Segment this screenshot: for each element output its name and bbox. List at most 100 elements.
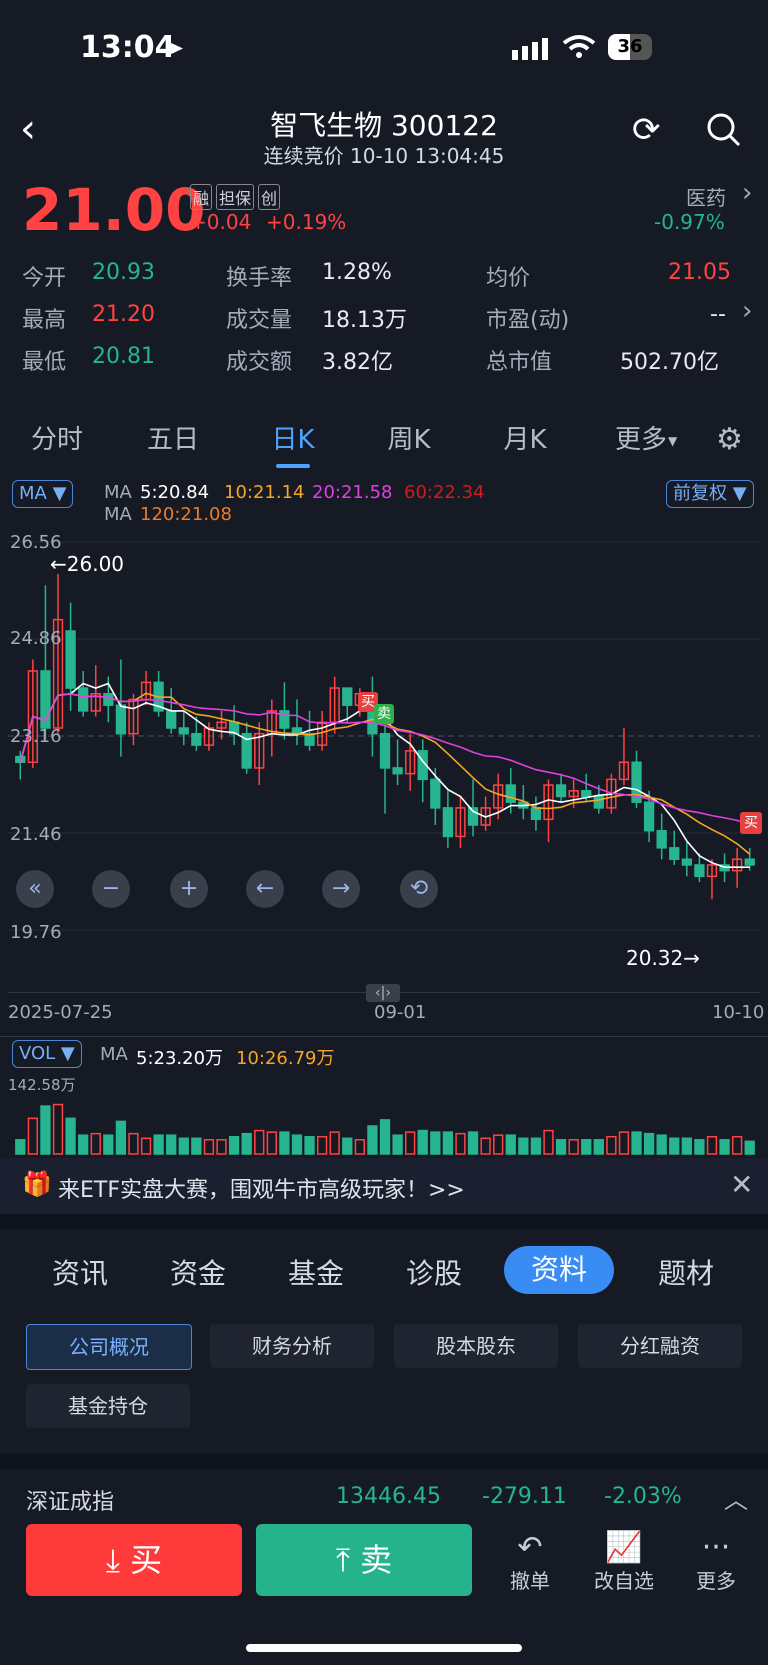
upload-arrow-icon: ⤒	[335, 1541, 350, 1579]
sector-name[interactable]: 医药	[686, 182, 726, 211]
subtab-company-overview[interactable]: 公司概况	[26, 1324, 192, 1370]
promo-banner[interactable]: 🎁 来ETF实盘大赛，围观牛市高级玩家！>> ✕	[0, 1158, 768, 1214]
tab-weekly-k[interactable]: 周K	[364, 410, 454, 470]
arrow-left-icon[interactable]: ←	[246, 870, 284, 908]
x-tick-label: 09-01	[374, 1002, 427, 1023]
vol-indicator-select[interactable]: VOL ▼	[12, 1040, 82, 1068]
zoom-out-icon[interactable]: −	[92, 870, 130, 908]
stat-label-avg: 均价	[486, 266, 531, 291]
stat-value-pe: --	[710, 302, 726, 327]
candle-body	[166, 710, 177, 729]
tab-monthly-k[interactable]: 月K	[480, 410, 570, 470]
section-spacer-2	[0, 1454, 768, 1470]
pe-chevron-icon[interactable]: ›	[742, 296, 752, 326]
buy-button[interactable]: ⤓ 买	[26, 1524, 242, 1596]
promo-text: 来ETF实盘大赛，围观牛市高级玩家！>>	[58, 1178, 465, 1203]
period-tabs: 分时 五日 日K 周K 月K 更多 ▼ ⚙	[0, 410, 768, 471]
close-icon[interactable]: ✕	[730, 1168, 753, 1201]
stat-label-low: 最低	[22, 350, 67, 375]
price-change-pct: +0.19%	[266, 210, 347, 234]
volume-bar	[480, 1137, 491, 1155]
sell-button[interactable]: ⤒ 卖	[256, 1524, 472, 1596]
x-tick-label: 2025-07-25	[8, 1002, 113, 1023]
cancel-order-button[interactable]: ↶ 撤单	[490, 1530, 570, 1594]
volume-bar	[115, 1120, 127, 1155]
adjust-select[interactable]: 前复权 ▼	[666, 480, 754, 508]
candle-body	[694, 864, 705, 878]
volume-bar	[216, 1139, 227, 1155]
volume-bar	[505, 1134, 516, 1155]
candle-body	[191, 732, 202, 746]
index-change: -279.11	[482, 1484, 567, 1509]
gift-icon: 🎁	[22, 1170, 52, 1198]
sector-change: -0.97%	[654, 210, 725, 234]
rewind-icon[interactable]: «	[16, 870, 54, 908]
download-arrow-icon: ⤓	[105, 1541, 120, 1579]
info-tab-theme[interactable]: 题材	[658, 1252, 714, 1292]
subtab-financial-analysis[interactable]: 财务分析	[210, 1324, 374, 1368]
margin-tags: 融 担保 创	[190, 184, 281, 210]
more-caret-icon[interactable]: ▼	[668, 434, 677, 448]
volume-bar	[367, 1125, 378, 1155]
ma5-value: 5:20.84	[140, 482, 210, 503]
tab-five-day[interactable]: 五日	[128, 410, 218, 470]
candle-body	[279, 710, 290, 729]
more-label: 更多	[696, 1569, 736, 1593]
sell-label: 卖	[360, 1541, 393, 1579]
vol-ma10: 10:26.79万	[236, 1048, 335, 1069]
ma-label: MA	[104, 482, 132, 503]
volume-divider	[0, 1036, 768, 1037]
chevron-right-icon[interactable]: ›	[742, 178, 752, 208]
volume-bar	[178, 1137, 189, 1155]
volume-bar	[40, 1105, 51, 1155]
tag-guarantee: 担保	[216, 184, 255, 210]
drag-handle-icon[interactable]: ‹|›	[366, 984, 400, 1002]
candle-body	[78, 687, 89, 712]
gear-icon[interactable]: ⚙	[716, 422, 743, 457]
subtab-fund-holdings[interactable]: 基金持仓	[26, 1384, 190, 1428]
volume-svg	[15, 1103, 755, 1155]
nav-bar: ‹ 智飞生物 300122 连续竞价 10-10 13:04:45 ⟳	[0, 100, 768, 174]
volume-bar	[530, 1137, 542, 1155]
subtab-shareholders[interactable]: 股本股东	[394, 1324, 558, 1368]
tag-margin: 融	[190, 184, 213, 210]
battery-icon: 36	[608, 34, 652, 60]
info-tab-diagnose[interactable]: 诊股	[406, 1252, 462, 1292]
candle-body	[505, 784, 516, 803]
indicator-select[interactable]: MA ▼	[12, 480, 74, 508]
adjust-label: 前复权	[673, 483, 727, 504]
volume-bar	[694, 1139, 705, 1155]
stat-value-amount: 3.82亿	[322, 350, 393, 375]
volume-bar	[316, 1135, 328, 1155]
y-tick-label: 24.86	[10, 628, 62, 649]
volume-bar	[681, 1137, 692, 1155]
chevron-up-icon[interactable]: ︿	[724, 1480, 748, 1515]
more-button[interactable]: ··· 更多	[676, 1530, 756, 1594]
candle-body	[430, 778, 441, 809]
info-tab-profile[interactable]: 资料	[504, 1246, 614, 1294]
candle-body	[669, 847, 680, 860]
info-tab-news[interactable]: 资讯	[52, 1252, 108, 1292]
info-tab-fund[interactable]: 基金	[288, 1252, 344, 1292]
signal-icon	[512, 38, 552, 64]
watchlist-button[interactable]: 📈 改自选	[584, 1530, 664, 1594]
tab-daily-k[interactable]: 日K	[248, 410, 338, 470]
info-panel: 资讯 资金 基金 诊股 资料 题材 公司概况 财务分析 股本股东 分红融资 基金…	[0, 1230, 768, 1665]
search-icon[interactable]	[706, 112, 742, 152]
y-tick-label: 21.46	[10, 824, 62, 845]
arrow-right-icon[interactable]: →	[322, 870, 360, 908]
stat-value-mktcap: 502.70亿	[620, 350, 719, 375]
candle-body	[656, 829, 667, 849]
candle-body	[593, 795, 604, 809]
subtab-dividend[interactable]: 分红融资	[578, 1324, 742, 1368]
refresh-icon[interactable]: ⟳	[632, 110, 661, 150]
volume-bar	[568, 1139, 579, 1155]
volume-bar	[442, 1131, 454, 1155]
vol-indicator-label: VOL	[19, 1043, 56, 1064]
zoom-in-icon[interactable]: +	[170, 870, 208, 908]
volume-bar	[329, 1131, 340, 1155]
tab-intraday[interactable]: 分时	[12, 410, 102, 470]
chart-edit-icon: 📈	[605, 1530, 643, 1565]
info-tab-funds-flow[interactable]: 资金	[170, 1252, 226, 1292]
rotate-screen-icon[interactable]: ⟲	[400, 870, 438, 908]
